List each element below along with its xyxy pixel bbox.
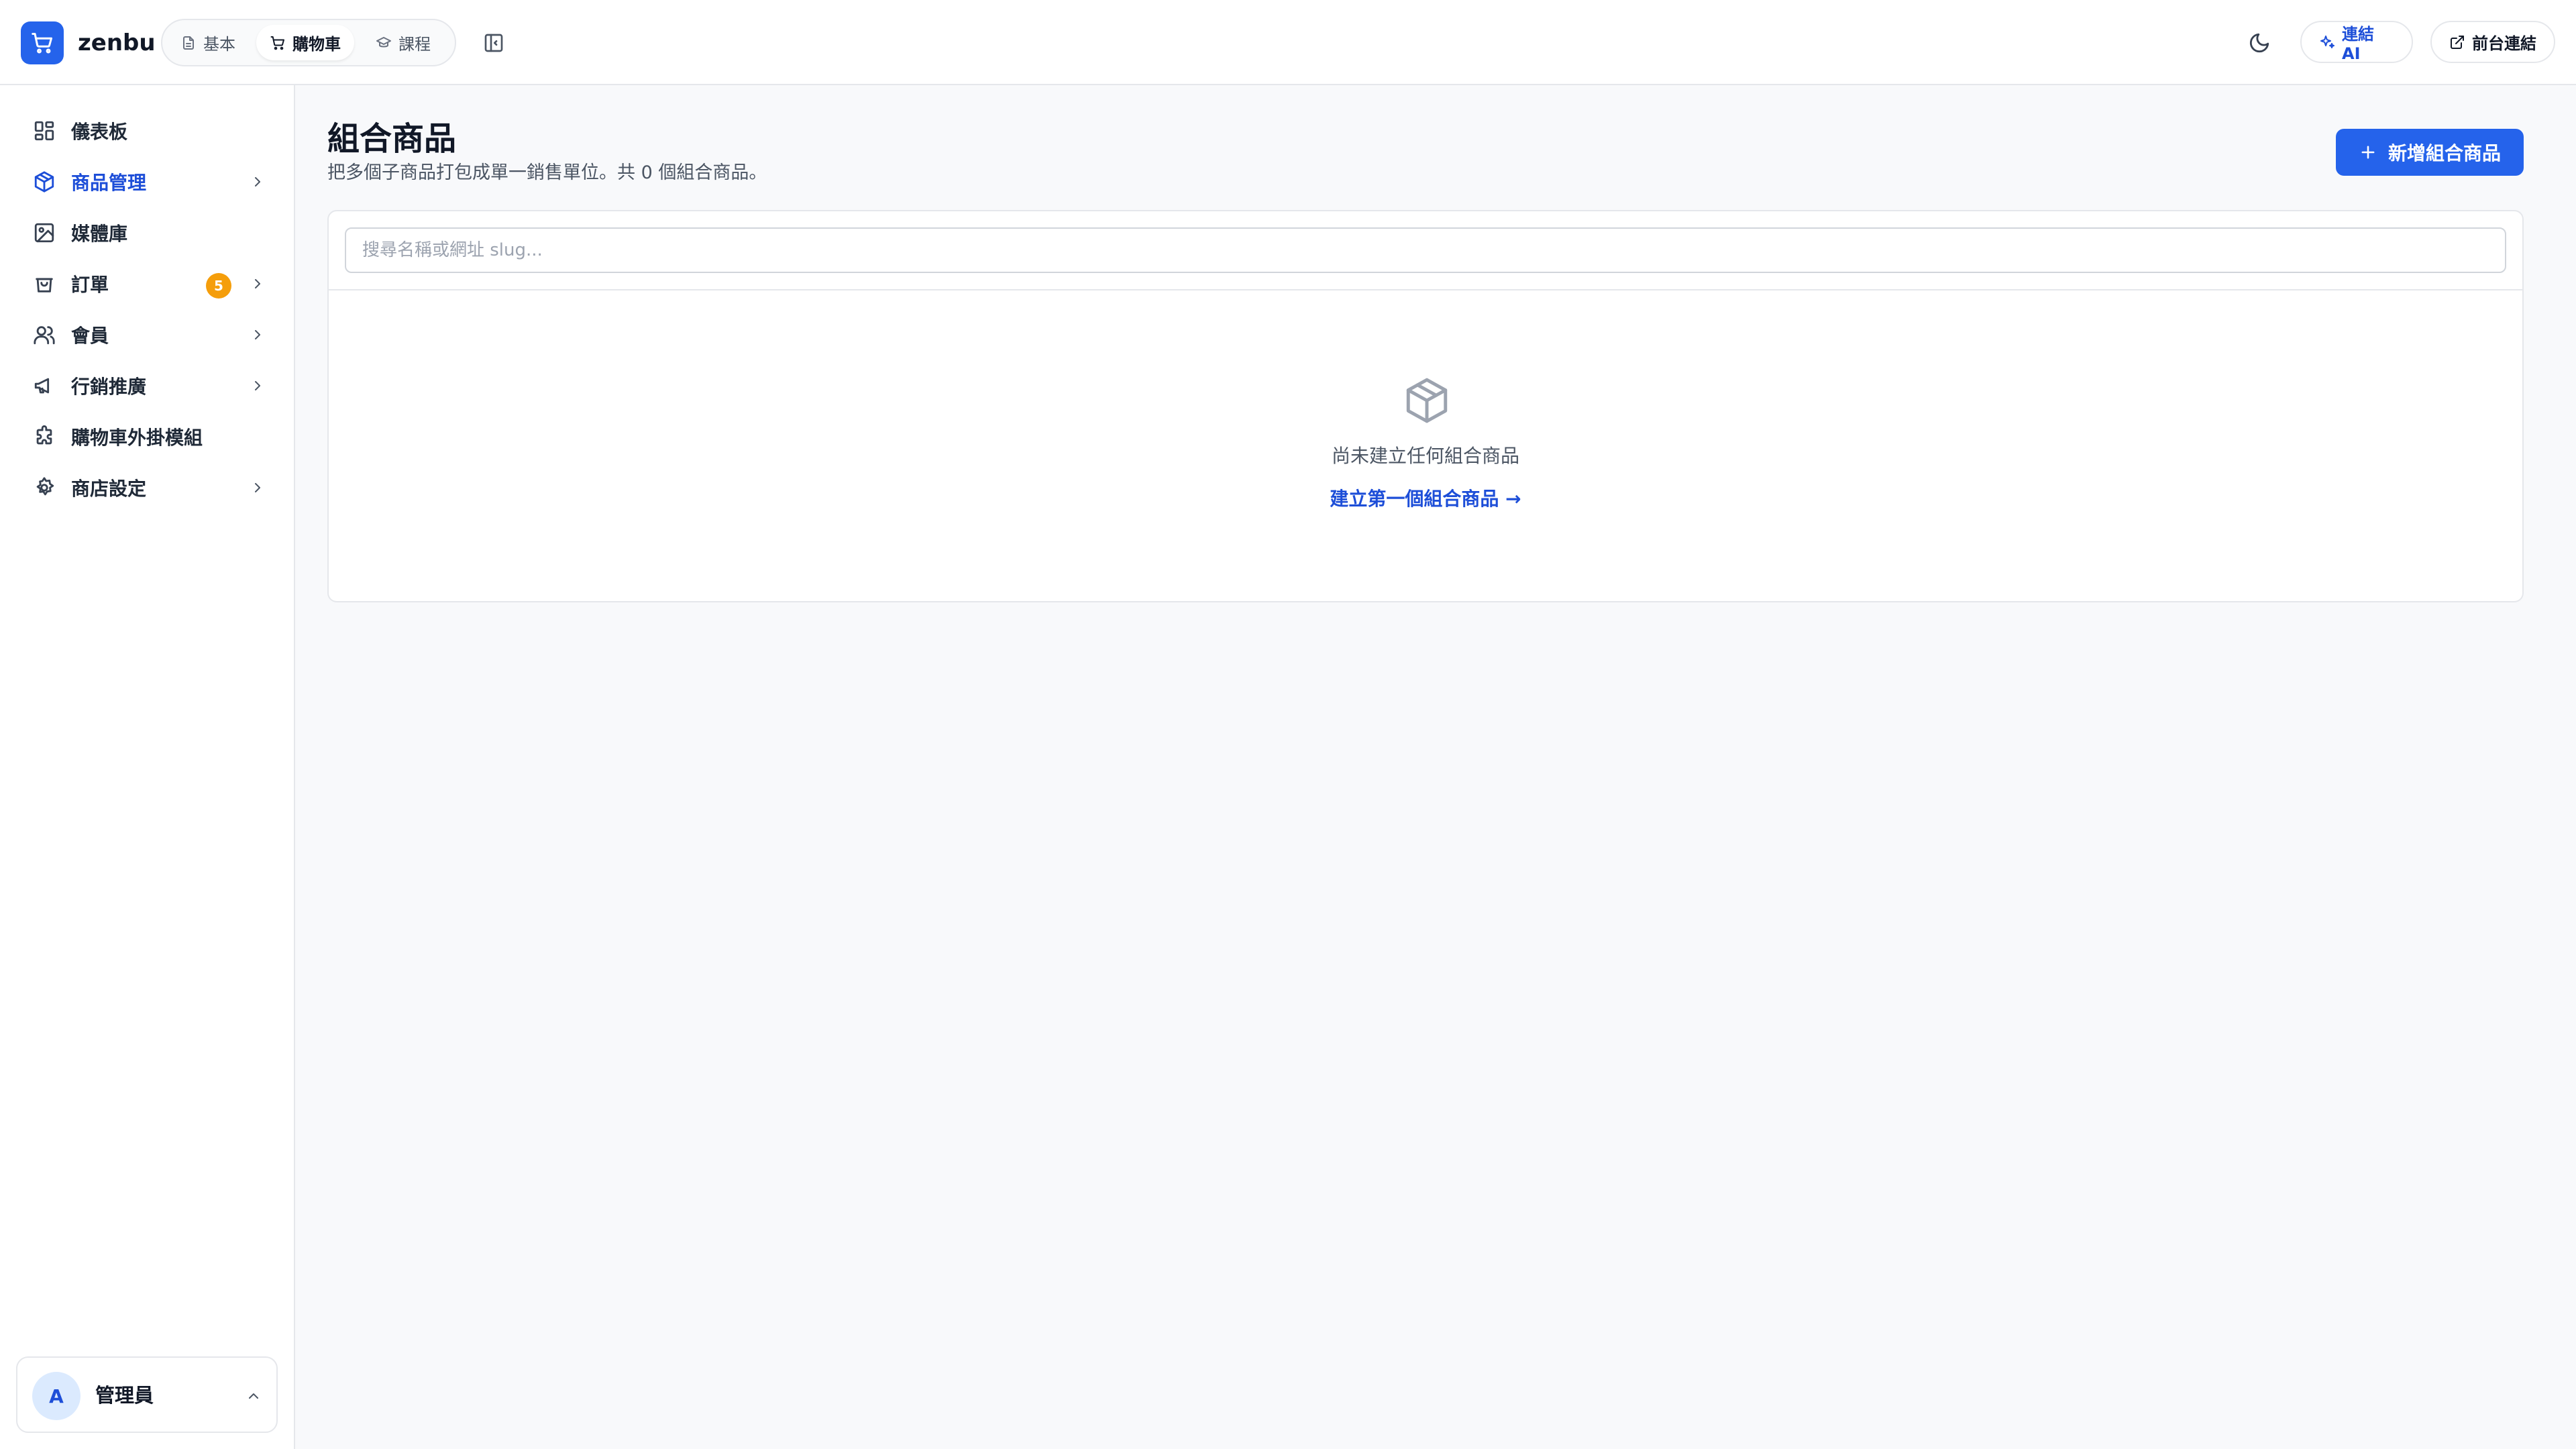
sidebar-item-dashboard[interactable]: 儀表板 (16, 109, 268, 152)
graduation-cap-icon (376, 35, 392, 51)
sidebar-item-label: 會員 (71, 325, 109, 347)
chevron-right-icon (250, 480, 266, 496)
connect-ai-label: 連結 AI (2342, 25, 2374, 63)
sparkles-icon (2319, 34, 2335, 50)
box-icon (31, 168, 58, 195)
users-icon (31, 321, 58, 348)
dashboard-icon (31, 117, 58, 144)
gear-icon (31, 474, 58, 501)
tab-cart[interactable]: 購物車 (256, 25, 354, 60)
avatar: A (32, 1372, 80, 1420)
plus-icon (2359, 143, 2377, 162)
sidebar-item-media[interactable]: 媒體庫 (16, 211, 268, 254)
create-first-bundle-link[interactable]: 建立第一個組合商品 → (1315, 486, 1536, 512)
search-input[interactable] (345, 227, 2506, 273)
brand-logo[interactable] (21, 21, 64, 64)
sidebar-item-members[interactable]: 會員 (16, 313, 268, 356)
module-switcher: 基本 購物車 課程 (161, 19, 456, 66)
sidebar-item-label: 購物車外掛模組 (71, 427, 203, 449)
orders-count-badge: 5 (206, 273, 231, 299)
bundle-list-card: 尚未建立任何組合商品 建立第一個組合商品 → (327, 210, 2524, 602)
page-title: 組合商品 (327, 120, 457, 158)
tab-label: 基本 (203, 35, 235, 54)
tab-label: 課程 (398, 35, 431, 54)
user-name: 管理員 (95, 1384, 154, 1407)
chevron-right-icon (250, 378, 266, 394)
sidebar: 儀表板 商品管理 媒體庫 訂單 5 會員 行銷推廣 購物車外掛模組 商店設定 (0, 85, 295, 1449)
tab-course[interactable]: 課程 (362, 25, 444, 60)
sidebar-item-label: 行銷推廣 (71, 376, 147, 398)
storefront-link-button[interactable]: 前台連結 (2430, 21, 2555, 63)
chevron-right-icon (250, 174, 266, 190)
sidebar-item-cart-addons[interactable]: 購物車外掛模組 (16, 415, 268, 458)
sidebar-toggle-button[interactable] (480, 30, 507, 56)
moon-icon (2248, 32, 2271, 54)
cart-icon (30, 31, 54, 55)
sidebar-item-label: 商店設定 (71, 478, 147, 500)
empty-state-message: 尚未建立任何組合商品 (1331, 445, 1519, 467)
sidebar-item-label: 訂單 (71, 274, 109, 296)
megaphone-icon (31, 372, 58, 399)
panel-left-icon (483, 32, 504, 54)
tab-basic[interactable]: 基本 (167, 25, 249, 60)
sidebar-item-label: 商品管理 (71, 172, 147, 194)
top-header: zenbu 基本 購物車 課程 連結 AI 前台連結 (0, 0, 2576, 85)
storefront-link-label: 前台連結 (2472, 34, 2536, 53)
brand-name: zenbu (78, 30, 156, 56)
add-bundle-button[interactable]: 新增組合商品 (2336, 129, 2524, 176)
sidebar-item-label: 媒體庫 (71, 223, 128, 245)
chevron-right-icon (250, 327, 266, 343)
external-link-icon (2449, 34, 2465, 50)
page-subtitle: 把多個子商品打包成單一銷售單位。共 0 個組合商品。 (327, 162, 767, 183)
chevron-right-icon (250, 276, 266, 292)
theme-toggle-button[interactable] (2245, 28, 2274, 58)
connect-ai-button[interactable]: 連結 AI (2300, 21, 2413, 63)
sidebar-item-orders[interactable]: 訂單 5 (16, 262, 268, 305)
sidebar-item-store-settings[interactable]: 商店設定 (16, 466, 268, 509)
box-icon (1402, 376, 1452, 425)
puzzle-icon (31, 423, 58, 450)
tab-label: 購物車 (292, 35, 341, 54)
file-icon (180, 35, 197, 51)
card-divider (329, 289, 2522, 290)
add-bundle-label: 新增組合商品 (2387, 142, 2501, 164)
cart-icon (270, 35, 286, 51)
user-menu[interactable]: A 管理員 (16, 1356, 278, 1433)
sidebar-item-marketing[interactable]: 行銷推廣 (16, 364, 268, 407)
image-icon (31, 219, 58, 246)
shopping-bag-icon (31, 270, 58, 297)
chevron-up-icon (246, 1388, 262, 1404)
sidebar-item-label: 儀表板 (71, 121, 128, 143)
sidebar-item-products[interactable]: 商品管理 (16, 160, 268, 203)
